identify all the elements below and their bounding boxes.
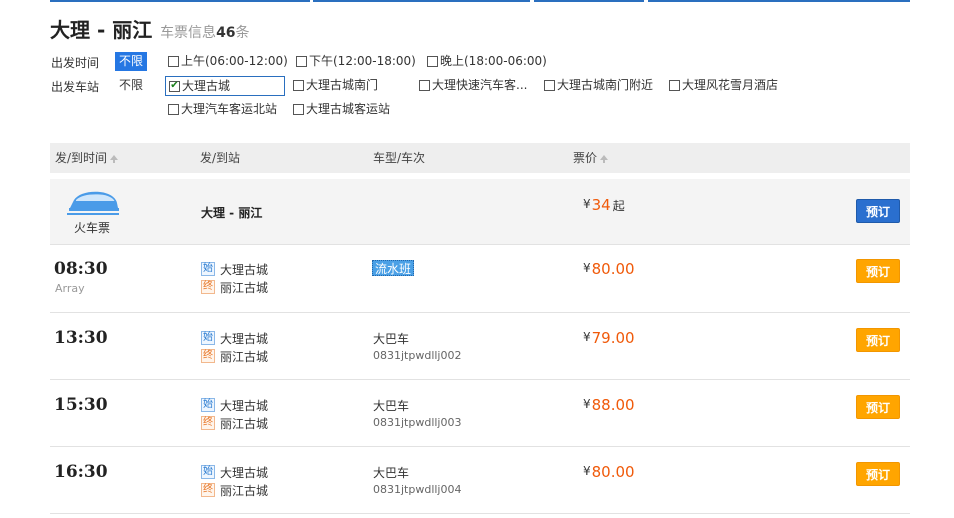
- to-station: 终丽江古城: [201, 280, 269, 295]
- start-badge-icon: 始: [201, 465, 215, 479]
- from-station: 始大理古城: [201, 398, 269, 413]
- table-row: 13:30 始大理古城 终丽江古城 大巴车 0831jtpwdllj002 ¥7…: [50, 313, 910, 380]
- ticket-price: ¥79.00: [583, 329, 635, 347]
- checkbox[interactable]: [419, 80, 430, 91]
- filter-time-morning[interactable]: 上午(06:00-12:00): [168, 52, 288, 71]
- ticket-count: 46: [216, 25, 236, 41]
- to-station: 终丽江古城: [201, 483, 269, 498]
- to-station: 终丽江古城: [201, 416, 269, 431]
- ticket-price: ¥80.00: [583, 463, 635, 481]
- departure-subtext: Array: [55, 282, 85, 295]
- table-row: 15:30 始大理古城 终丽江古城 大巴车 0831jtpwdllj003 ¥8…: [50, 380, 910, 447]
- checkbox[interactable]: [296, 56, 307, 67]
- vehicle-type: 大巴车: [373, 399, 410, 413]
- from-station: 始大理古城: [201, 331, 269, 346]
- checkbox[interactable]: [544, 80, 555, 91]
- start-badge-icon: 始: [201, 262, 215, 276]
- end-badge-icon: 终: [201, 349, 215, 363]
- book-button[interactable]: 预订: [856, 395, 900, 419]
- bus-type-tag: 流水班: [372, 260, 415, 276]
- table-row: 16:30 始大理古城 终丽江古城 大巴车 0831jtpwdllj004 ¥8…: [50, 447, 910, 514]
- checkbox[interactable]: [293, 104, 304, 115]
- top-accent-line: [648, 0, 910, 2]
- header-time[interactable]: 发/到时间: [55, 143, 119, 173]
- ticket-info-label: 车票信息: [160, 25, 217, 41]
- top-accent-line: [534, 0, 644, 2]
- end-badge-icon: 终: [201, 280, 215, 294]
- train-ticket-row: 火车票 大理 - 丽江 ¥34 起 预订: [50, 179, 910, 245]
- to-station: 终丽江古城: [201, 349, 269, 364]
- filter-station-dali-keyunzhan[interactable]: 大理古城客运站: [293, 100, 390, 119]
- header-type: 车型/车次: [373, 151, 426, 165]
- checkbox[interactable]: [669, 80, 680, 91]
- table-row: 08:30 Array 始大理古城 终丽江古城 流水班 ¥80.00 预订: [50, 245, 910, 313]
- route-title: 大理 - 丽江: [50, 18, 153, 42]
- from-station: 始大理古城: [201, 262, 269, 277]
- from-station: 始大理古城: [201, 465, 269, 480]
- checked-checkbox-icon[interactable]: ✔: [169, 80, 180, 92]
- trip-code: 0831jtpwdllj003: [373, 416, 462, 429]
- departure-time: 16:30: [54, 462, 108, 482]
- results-table-header: 发/到时间 发/到站 车型/车次 票价: [50, 143, 910, 173]
- checkbox[interactable]: [168, 104, 179, 115]
- ticket-price: ¥88.00: [583, 396, 635, 414]
- filter-station-fenghuaxueyue[interactable]: 大理风花雪月酒店: [669, 76, 778, 95]
- end-badge-icon: 终: [201, 416, 215, 430]
- trip-code: 0831jtpwdllj004: [373, 483, 462, 496]
- ticket-price: ¥80.00: [583, 260, 635, 278]
- filter-time-label: 出发时间: [51, 56, 100, 70]
- book-button[interactable]: 预订: [856, 259, 900, 283]
- header-price[interactable]: 票价: [573, 143, 609, 173]
- train-label: 火车票: [74, 221, 111, 235]
- header-station: 发/到站: [200, 151, 241, 165]
- train-icon: [67, 191, 119, 215]
- filter-time-afternoon[interactable]: 下午(12:00-18:00): [296, 52, 416, 71]
- filter-station-no-limit[interactable]: 不限: [115, 76, 147, 95]
- top-accent-line: [50, 0, 310, 2]
- ticket-count-unit: 条: [235, 25, 250, 41]
- filter-station-dali-nanmen-fujin[interactable]: 大理古城南门附近: [544, 76, 653, 95]
- book-button[interactable]: 预订: [856, 328, 900, 352]
- train-route: 大理 - 丽江: [201, 206, 263, 220]
- top-accent-line: [313, 0, 530, 2]
- filter-station-dali-beizhan[interactable]: 大理汽车客运北站: [168, 100, 277, 119]
- vehicle-type: 大巴车: [373, 332, 410, 346]
- filter-station-label: 出发车站: [51, 80, 100, 94]
- sort-arrow-icon[interactable]: [600, 155, 609, 163]
- checkbox[interactable]: [427, 56, 438, 67]
- book-button[interactable]: 预订: [856, 462, 900, 486]
- start-badge-icon: 始: [201, 331, 215, 345]
- departure-time: 13:30: [54, 328, 108, 348]
- filter-station-dali-gucheng[interactable]: ✔ 大理古城: [165, 76, 285, 96]
- train-price: ¥34 起: [583, 196, 625, 214]
- sort-arrow-icon[interactable]: [110, 155, 119, 163]
- checkbox[interactable]: [168, 56, 179, 67]
- filter-time-no-limit[interactable]: 不限: [115, 52, 148, 71]
- trip-code: 0831jtpwdllj002: [373, 349, 462, 362]
- filter-time-evening[interactable]: 晚上(18:00-06:00): [427, 52, 547, 71]
- page-title: 大理 - 丽江 车票信息46条: [50, 14, 250, 43]
- end-badge-icon: 终: [201, 483, 215, 497]
- departure-time: 08:30: [54, 259, 108, 279]
- start-badge-icon: 始: [201, 398, 215, 412]
- checkbox[interactable]: [293, 80, 304, 91]
- book-train-button[interactable]: 预订: [856, 199, 900, 223]
- vehicle-type: 大巴车: [373, 466, 410, 480]
- departure-time: 15:30: [54, 395, 108, 415]
- filter-station-dali-kuaisu[interactable]: 大理快速汽车客...: [419, 76, 527, 95]
- filter-station-dali-gucheng-nanmen[interactable]: 大理古城南门: [293, 76, 378, 95]
